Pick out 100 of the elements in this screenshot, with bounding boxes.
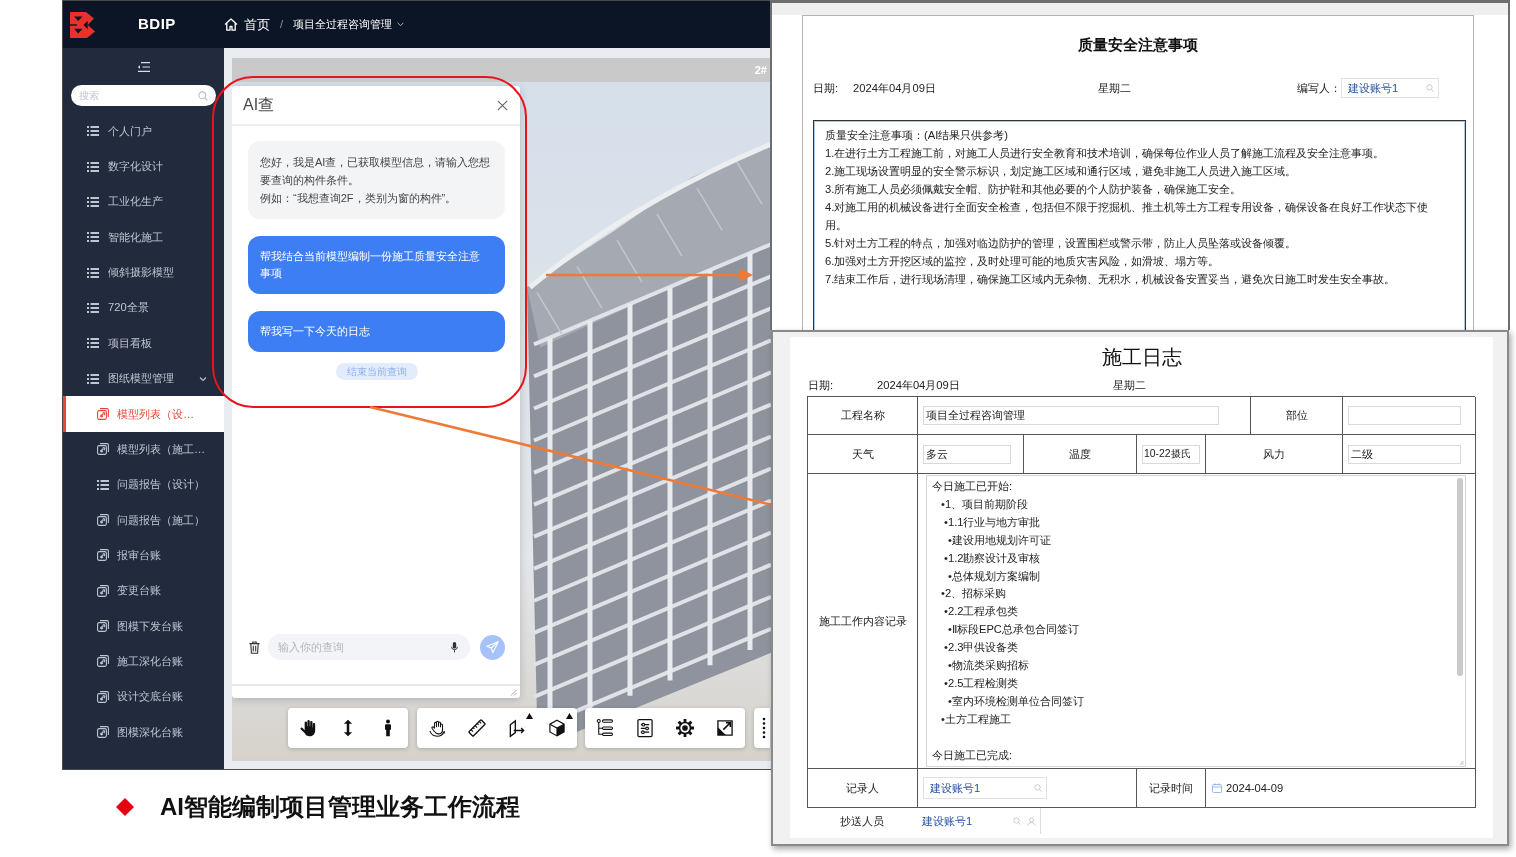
- sidebar-item[interactable]: 模型列表（设…: [63, 396, 224, 432]
- hand-icon: [298, 718, 318, 738]
- outline-item: •2.3甲供设备类: [944, 640, 1019, 656]
- breadcrumb-link[interactable]: 首页: [244, 14, 270, 35]
- gear-icon: [675, 718, 695, 738]
- sidebar-item[interactable]: 问题报告（施工）: [63, 502, 224, 538]
- placeholder: 搜索: [79, 89, 99, 103]
- paper-plane-icon: [486, 640, 499, 654]
- scrollbar[interactable]: [1457, 478, 1463, 676]
- slide-caption: AI智能编制项目管理业务工作流程: [160, 792, 520, 822]
- sidebar-item[interactable]: 720全景: [63, 290, 224, 326]
- sidebar-item[interactable]: 数字化设计: [63, 148, 224, 185]
- message-text: 您好，我是AI查，已获取模型信息，请输入您想要查询的构件条件。: [260, 155, 492, 188]
- sidebar-item[interactable]: 图模下发台账: [63, 608, 224, 644]
- tree-list-icon: [595, 718, 615, 738]
- list-icon: [87, 267, 99, 278]
- link-square-icon: [97, 584, 109, 597]
- link-square-icon: [97, 726, 109, 738]
- sidebar-item[interactable]: 模型列表（施工…: [63, 431, 224, 467]
- field-label: 天气: [851, 446, 874, 462]
- project-name-field[interactable]: 项目全过程咨询管理: [923, 406, 1219, 425]
- notes-line: 质量安全注意事项：(AI结果只供参考): [825, 128, 1010, 143]
- resize-grip-icon: [1459, 760, 1464, 765]
- sidebar-item[interactable]: 图纸模型管理: [63, 360, 224, 397]
- author-field[interactable]: 建设账号1: [1341, 78, 1439, 98]
- outline-item: •总体规划方案编制: [948, 568, 1040, 584]
- search-icon: [1013, 817, 1021, 825]
- sliders-panel-icon: [635, 718, 655, 738]
- link-square-icon: [97, 513, 109, 526]
- close-button[interactable]: [495, 98, 509, 112]
- menu-icon[interactable]: [137, 61, 150, 72]
- link-square-icon: [97, 549, 109, 562]
- sidebar-item[interactable]: 个人门户: [63, 113, 224, 149]
- breadcrumb-link[interactable]: 项目全过程咨询管理: [293, 16, 393, 33]
- temperature-field[interactable]: 10-22摄氏: [1142, 444, 1200, 464]
- field-label: 日期:: [813, 80, 839, 96]
- list-icon: [87, 126, 99, 137]
- outline-item: •2、招标采购: [941, 586, 1007, 602]
- notes-line: 7.结束工作后，进行现场清理，确保施工区域内无杂物、无积水，机械设备安置妥当，避免次日施工时发生安全事故。: [825, 272, 1397, 287]
- outline-item: •1.1行业与地方审批: [944, 514, 1041, 530]
- weekday-text: 星期二: [1113, 378, 1146, 393]
- field-label: 编写人：: [1297, 80, 1341, 96]
- field-label: 风力: [1263, 446, 1285, 462]
- date-text: 2024年04月09日: [853, 80, 936, 96]
- trash-icon: [248, 640, 260, 654]
- link-square-icon: [97, 407, 109, 420]
- document-title: 质量安全注意事项: [1078, 37, 1198, 54]
- weather-field[interactable]: 多云: [923, 444, 1011, 464]
- sidebar-item[interactable]: 设计交底台账: [63, 679, 224, 715]
- sidebar-item[interactable]: 倾斜摄影模型: [63, 254, 224, 291]
- message-text: 帮我写一下今天的日志: [260, 324, 370, 339]
- outline-item: •室内环境检测单位合同签订: [948, 693, 1084, 709]
- sidebar-item[interactable]: 变更台账: [63, 572, 224, 609]
- list-icon: [87, 161, 99, 172]
- calendar-icon: [1212, 783, 1222, 793]
- sidebar-item[interactable]: 图模深化台账: [63, 714, 224, 750]
- sidebar-item[interactable]: 问题报告（设计）: [63, 466, 224, 503]
- field-label: 抄送人员: [840, 813, 884, 829]
- sidebar-item[interactable]: 智能化施工: [63, 219, 224, 255]
- date-text: 2024年04月09日: [877, 378, 960, 393]
- wind-field[interactable]: 二级: [1348, 444, 1461, 464]
- list-icon: [87, 232, 99, 243]
- recorder-field[interactable]: 建设账号1: [923, 777, 1047, 799]
- notes-line: 6.加强对土方开挖区域的监控，及时处理可能的地质灾害风险，如滑坡、塌方等。: [825, 254, 1221, 269]
- ruler-icon: [466, 718, 487, 738]
- logo-icon: [70, 11, 95, 38]
- search-icon: [198, 90, 208, 101]
- list-icon: [87, 338, 99, 349]
- sidebar-item[interactable]: 项目看板: [63, 325, 224, 361]
- section-heading: 今日施工已开始:: [932, 479, 1013, 494]
- field-label: 工程名称: [840, 408, 885, 424]
- outline-item: •1、项目前期阶段: [941, 496, 1029, 512]
- notes-line: 3.所有施工人员必须佩戴安全帽、防护鞋和其他必要的个人防护装备，确保施工安全。: [825, 182, 1243, 197]
- sidebar-item[interactable]: 施工深化台账: [63, 643, 224, 679]
- list-icon: [87, 373, 99, 384]
- link-square-icon: [97, 443, 109, 456]
- search-icon: [1426, 84, 1434, 92]
- sidebar-item[interactable]: 报审台账: [63, 537, 224, 573]
- field-label: 施工工作内容记录: [818, 613, 907, 629]
- expand-square-icon: [715, 718, 735, 738]
- weekday-text: 星期二: [1098, 80, 1131, 96]
- list-icon: [87, 196, 99, 207]
- microphone-icon: [451, 641, 458, 653]
- sidebar-item[interactable]: 工业化生产: [63, 184, 224, 220]
- delete-button[interactable]: [248, 640, 260, 654]
- outline-item: •2.2工程承包类: [944, 604, 1019, 620]
- diamond-icon: [116, 798, 134, 816]
- outline-item: •土方工程施工: [941, 711, 1011, 727]
- rotate-hand-icon: [426, 718, 447, 738]
- work-record-field[interactable]: 今日施工已开始: •1、项目前期阶段 •1.1行业与地方审批 •建设用地规划许可证 •1.2勘察设计及审核 •总体规划方案编制 •2、招标采购 •2.2工程承包类 •Ⅱ标段EPC总承包合同签订 •2.3甲供设备类 •物流类采购招标 •2.5工程检测类 •室内环境检测单位合同签订 •土方工程施工 今日施工已完成:: [926, 475, 1466, 767]
- list-icon: [87, 302, 99, 313]
- cc-field[interactable]: 建设账号1: [917, 808, 1041, 834]
- location-field[interactable]: [1348, 406, 1461, 425]
- field-label: 日期:: [808, 378, 835, 393]
- list-icon: [97, 479, 109, 490]
- document-title: 施工日志: [1101, 345, 1182, 369]
- notes-line: 1.在进行土方工程施工前，对施工人员进行安全教育和技术培训，确保每位作业人员了解施工流程及安全注意事项。: [825, 146, 1386, 161]
- outline-item: •1.2勘察设计及审核: [944, 550, 1041, 566]
- message-text: 帮我结合当前模型编制一份施工质量安全注意事项: [260, 249, 481, 281]
- close-icon: [496, 99, 508, 111]
